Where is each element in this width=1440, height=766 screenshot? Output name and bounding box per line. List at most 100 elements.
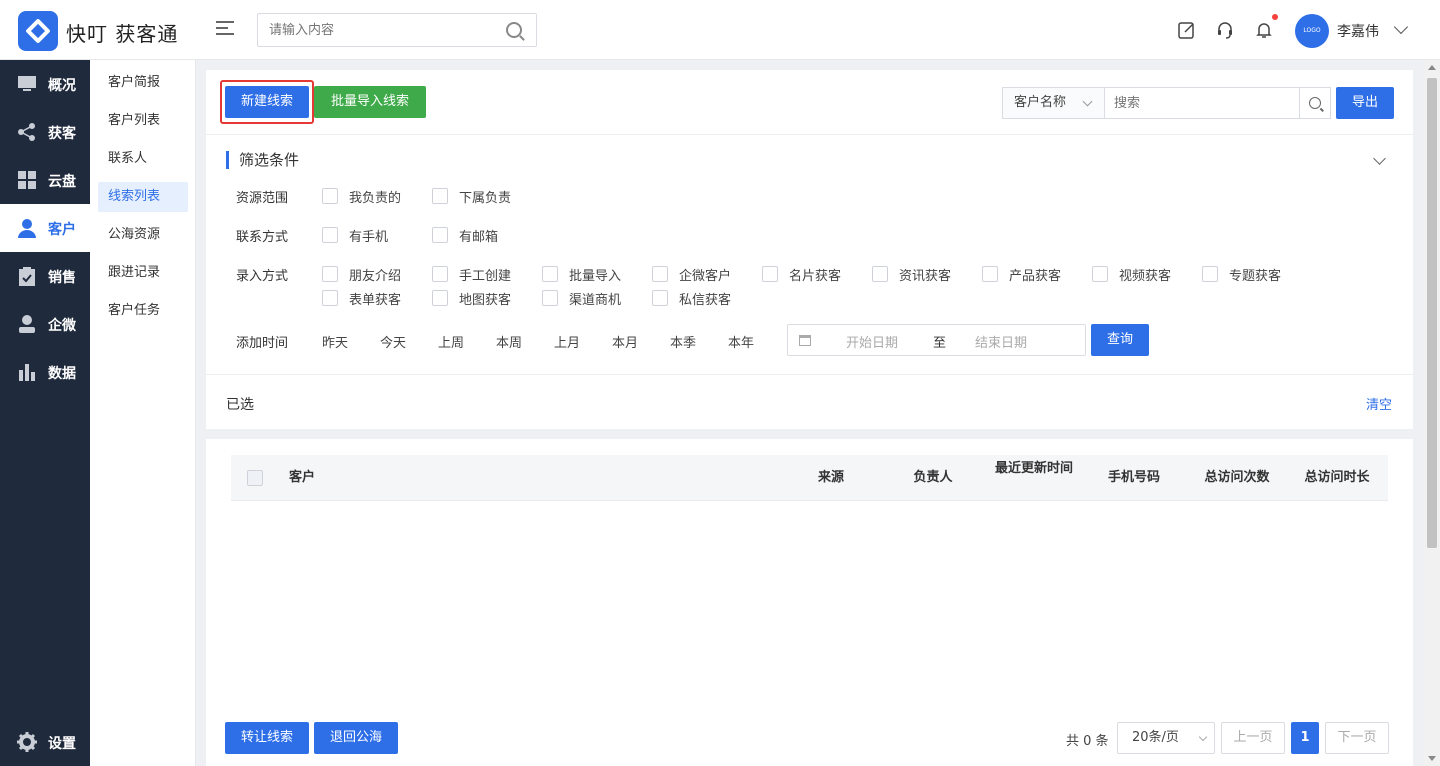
subnav-item[interactable]: 跟进记录 xyxy=(98,258,188,288)
prev-page-button[interactable]: 上一页 xyxy=(1221,722,1285,754)
checkbox-mine[interactable] xyxy=(322,188,338,204)
start-date-input[interactable]: 开始日期 xyxy=(846,332,898,351)
user-icon xyxy=(18,219,36,238)
checkbox-label[interactable]: 下属负责 xyxy=(459,187,511,206)
checkbox-label[interactable]: 渠道商机 xyxy=(569,289,621,308)
nav-item-cloud[interactable]: 云盘 xyxy=(0,156,90,204)
search-button[interactable] xyxy=(1299,87,1331,119)
avatar[interactable]: LOGO xyxy=(1295,14,1329,48)
checkbox-label[interactable]: 视频获客 xyxy=(1119,265,1171,284)
nav-item-data[interactable]: 数据 xyxy=(0,348,90,396)
menu-toggle-icon[interactable] xyxy=(216,21,234,37)
keyword-search[interactable] xyxy=(1104,87,1300,119)
checkbox-entry[interactable] xyxy=(872,266,888,282)
checkbox-entry[interactable] xyxy=(432,266,448,282)
end-date-input[interactable]: 结束日期 xyxy=(975,332,1027,351)
checkbox-entry[interactable] xyxy=(322,290,338,306)
page-size-select[interactable]: 20条/页 xyxy=(1117,722,1215,754)
clear-link[interactable]: 清空 xyxy=(1366,394,1392,413)
subnav-item[interactable]: 公海资源 xyxy=(98,220,188,250)
keyword-input[interactable] xyxy=(1105,88,1295,118)
subnav-item[interactable]: 联系人 xyxy=(98,144,188,174)
share-icon xyxy=(18,123,35,141)
checkbox-entry[interactable] xyxy=(1092,266,1108,282)
checkbox-label[interactable]: 手工创建 xyxy=(459,265,511,284)
page-scrollbar[interactable] xyxy=(1424,60,1440,766)
scroll-thumb[interactable] xyxy=(1427,78,1437,548)
checkbox-label[interactable]: 地图获客 xyxy=(459,289,511,308)
checkbox-label[interactable]: 批量导入 xyxy=(569,265,621,284)
checkbox-label[interactable]: 朋友介绍 xyxy=(349,265,401,284)
date-range-picker[interactable]: 开始日期 至 结束日期 xyxy=(787,324,1086,356)
checkbox-entry[interactable] xyxy=(1202,266,1218,282)
time-option[interactable]: 本季 xyxy=(670,332,696,351)
bulk-import-button[interactable]: 批量导入线索 xyxy=(314,86,426,118)
return-pool-button[interactable]: 退回公海 xyxy=(314,722,398,754)
nav-item-wecom[interactable]: 企微 xyxy=(0,300,90,348)
scroll-up-icon[interactable] xyxy=(1428,65,1436,70)
edit-icon[interactable] xyxy=(1177,20,1197,40)
scroll-down-icon[interactable] xyxy=(1428,756,1436,761)
subnav-item[interactable]: 客户任务 xyxy=(98,296,188,326)
transfer-lead-button[interactable]: 转让线索 xyxy=(225,722,309,754)
bell-icon[interactable] xyxy=(1254,20,1274,40)
checkbox-label[interactable]: 产品获客 xyxy=(1009,265,1061,284)
subnav-item[interactable]: 客户列表 xyxy=(98,106,188,136)
time-option[interactable]: 昨天 xyxy=(322,332,348,351)
page-size-value: 20条/页 xyxy=(1132,730,1179,745)
checkbox-entry[interactable] xyxy=(652,266,668,282)
checkbox-label[interactable]: 名片获客 xyxy=(789,265,841,284)
username[interactable]: 李嘉伟 xyxy=(1337,21,1379,41)
time-option[interactable]: 本周 xyxy=(496,332,522,351)
checkbox-has-email[interactable] xyxy=(432,227,448,243)
range-separator: 至 xyxy=(933,336,947,351)
checkbox-label[interactable]: 私信获客 xyxy=(679,289,731,308)
nav-item-customer[interactable]: 客户 xyxy=(0,204,90,252)
current-page[interactable]: 1 xyxy=(1291,722,1319,754)
nav-item-acquire[interactable]: 获客 xyxy=(0,108,90,156)
checkbox-label[interactable]: 表单获客 xyxy=(349,289,401,308)
query-button[interactable]: 查询 xyxy=(1091,324,1149,356)
select-all-checkbox[interactable] xyxy=(247,470,263,486)
time-option[interactable]: 本年 xyxy=(728,332,754,351)
checkbox-entry[interactable] xyxy=(322,266,338,282)
time-option[interactable]: 本月 xyxy=(612,332,638,351)
time-option[interactable]: 今天 xyxy=(380,332,406,351)
subnav-item[interactable]: 客户简报 xyxy=(98,68,188,98)
export-button[interactable]: 导出 xyxy=(1336,87,1394,119)
checkbox-entry[interactable] xyxy=(982,266,998,282)
search-icon[interactable] xyxy=(506,22,522,38)
notification-dot xyxy=(1272,14,1278,20)
nav-item-sales[interactable]: 销售 xyxy=(0,252,90,300)
global-search-input[interactable] xyxy=(258,14,488,46)
checkbox-entry[interactable] xyxy=(542,266,558,282)
column-header: 手机号码 xyxy=(1107,470,1160,485)
global-search[interactable] xyxy=(257,13,537,47)
checkbox-label[interactable]: 我负责的 xyxy=(349,187,401,206)
headset-icon[interactable] xyxy=(1215,20,1235,40)
subnav-item-active[interactable]: 线索列表 xyxy=(98,182,188,212)
contact-label: 联系方式 xyxy=(236,230,289,245)
chevron-down-icon[interactable] xyxy=(1393,19,1409,35)
entry-label: 录入方式 xyxy=(236,269,289,284)
nav-item-overview[interactable]: 概况 xyxy=(0,60,90,108)
next-page-button[interactable]: 下一页 xyxy=(1325,722,1389,754)
time-option[interactable]: 上周 xyxy=(438,332,464,351)
divider xyxy=(206,134,1413,135)
checkbox-label[interactable]: 有手机 xyxy=(349,226,388,245)
column-header: 最近更新时间 xyxy=(995,461,1074,476)
checkbox-label[interactable]: 资讯获客 xyxy=(899,265,951,284)
checkbox-entry[interactable] xyxy=(432,290,448,306)
checkbox-subordinate[interactable] xyxy=(432,188,448,204)
checkbox-entry[interactable] xyxy=(652,290,668,306)
nav-label: 云盘 xyxy=(48,174,76,190)
time-option[interactable]: 上月 xyxy=(554,332,580,351)
checkbox-has-phone[interactable] xyxy=(322,227,338,243)
field-select[interactable]: 客户名称 xyxy=(1002,87,1104,119)
checkbox-label[interactable]: 企微客户 xyxy=(679,265,731,284)
checkbox-entry[interactable] xyxy=(542,290,558,306)
nav-item-settings[interactable]: 设置 xyxy=(0,718,90,766)
checkbox-entry[interactable] xyxy=(762,266,778,282)
checkbox-label[interactable]: 有邮箱 xyxy=(459,226,498,245)
checkbox-label[interactable]: 专题获客 xyxy=(1229,265,1281,284)
